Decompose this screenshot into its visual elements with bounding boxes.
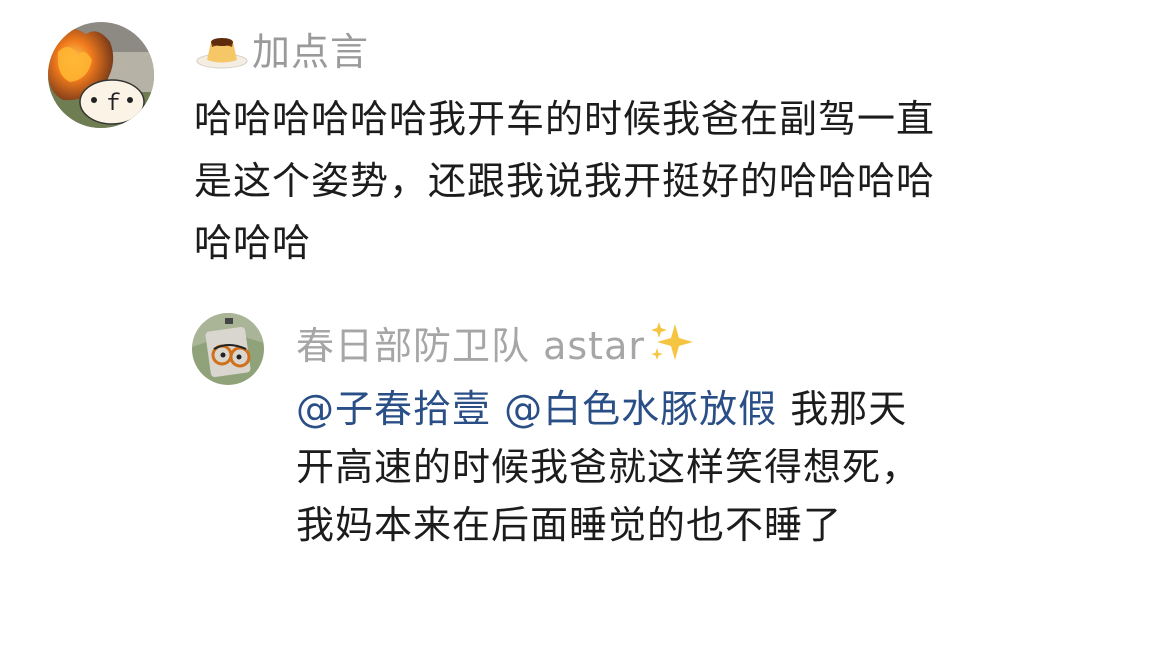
comment-text-line: 哈哈哈	[194, 221, 312, 265]
svg-text:ｆ: ｆ	[102, 91, 124, 116]
comment-header: 加点言	[194, 22, 369, 74]
reply-text: @子春拾壹 @白色水豚放假 我那天 开高速的时候我爸就这样笑得想死， 我妈本来在…	[296, 380, 1076, 554]
avatar[interactable]: ｆ	[48, 22, 154, 128]
reply-header: 春日部防卫队 astar	[296, 316, 695, 368]
reply-text-line: 我妈本来在后面睡觉的也不睡了	[296, 503, 843, 547]
reply-username[interactable]: 春日部防卫队 astar	[296, 315, 645, 370]
reply-avatar[interactable]	[192, 313, 264, 385]
reply-text-segment: 我那天	[777, 387, 908, 431]
mention-link[interactable]: @子春拾壹	[296, 387, 491, 431]
comment-username[interactable]: 加点言	[252, 21, 369, 76]
reply-text-line: @子春拾壹 @白色水豚放假 我那天	[296, 380, 1076, 438]
pudding-icon	[194, 25, 250, 71]
avatar-image: ｆ	[48, 22, 154, 128]
comment-text-line: 是这个姿势，还跟我说我开挺好的哈哈哈哈	[194, 159, 936, 203]
sparkles-icon	[647, 318, 695, 366]
comment-text-line: 哈哈哈哈哈哈我开车的时候我爸在副驾一直	[194, 97, 936, 141]
comment-text: 哈哈哈哈哈哈我开车的时候我爸在副驾一直 是这个姿势，还跟我说我开挺好的哈哈哈哈 …	[194, 88, 1024, 274]
reply-avatar-image	[192, 313, 264, 385]
reply-text-line: 开高速的时候我爸就这样笑得想死，	[296, 445, 921, 489]
mention-link[interactable]: @白色水豚放假	[504, 387, 777, 431]
